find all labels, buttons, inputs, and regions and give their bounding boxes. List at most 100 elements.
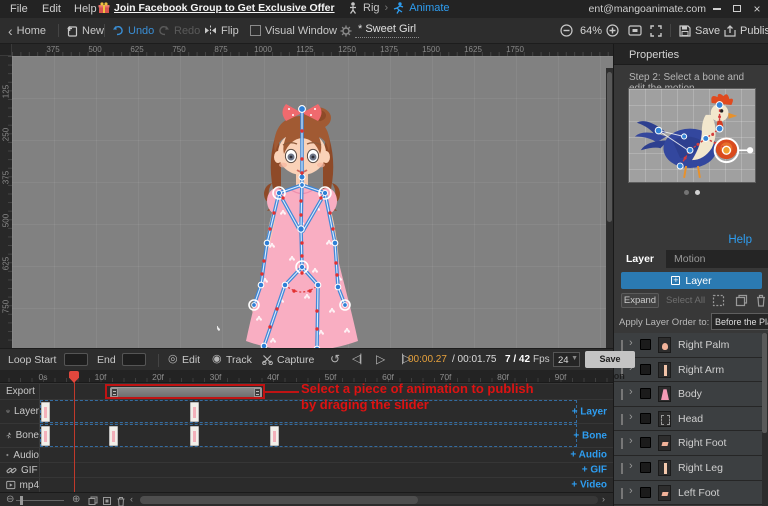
timeline-horizontal-scrollbar[interactable]	[140, 496, 598, 504]
save-motion-button[interactable]: Save Motion	[585, 351, 635, 381]
layer-checkbox[interactable]	[640, 339, 651, 350]
add-audio-track-link[interactable]: + Audio	[570, 450, 607, 461]
timeline-zoom-handle[interactable]	[20, 496, 23, 505]
loop-end-input[interactable]	[122, 353, 146, 366]
trash-icon[interactable]	[755, 294, 767, 307]
visual-window-checkbox[interactable]	[250, 25, 261, 36]
drag-handle[interactable]	[621, 340, 623, 351]
minimize-icon[interactable]	[710, 2, 724, 15]
maximize-icon[interactable]	[730, 2, 744, 15]
fps-dropdown[interactable]: 24 ▼	[553, 352, 580, 367]
layer-list-scrollbar[interactable]	[762, 333, 768, 506]
menu-file[interactable]: File	[10, 3, 28, 15]
zoom-out-button[interactable]	[560, 18, 573, 43]
marquee-select-icon[interactable]	[712, 294, 725, 307]
facebook-promo-link[interactable]: Join Facebook Group to Get Exclusive Off…	[98, 2, 335, 14]
timeline-row-audio[interactable]: Audio + Audio	[0, 447, 613, 462]
capture-icon[interactable]	[262, 354, 273, 365]
girl-character-figure[interactable]	[217, 101, 387, 348]
loop-start-input[interactable]	[64, 353, 88, 366]
new-button[interactable]: New	[66, 18, 104, 43]
layer-checkbox[interactable]	[640, 461, 651, 473]
add-layer-track-link[interactable]: + Layer	[572, 406, 607, 417]
tab-animate[interactable]: Animate	[409, 2, 449, 14]
track-mode-icon[interactable]: ◉	[212, 353, 222, 366]
timeline-row-gif[interactable]: GIF + GIF	[0, 462, 613, 477]
save-button[interactable]: Save	[679, 18, 720, 43]
carousel-dot-2-active[interactable]	[695, 190, 700, 195]
delete-frame-icon[interactable]	[116, 496, 126, 506]
carousel-dot-1[interactable]	[684, 190, 689, 195]
scroll-right-icon[interactable]: ›	[602, 494, 605, 504]
zoom-in-button[interactable]	[606, 18, 619, 43]
add-gif-track-link[interactable]: + GIF	[582, 465, 607, 476]
layer-checkbox[interactable]	[640, 486, 651, 498]
expand-chevron-icon[interactable]: ›	[629, 460, 633, 472]
layer-checkbox[interactable]	[640, 363, 651, 375]
help-link[interactable]: Help	[728, 234, 752, 246]
scroll-left-icon[interactable]: ‹	[130, 494, 133, 504]
tutorial-preview[interactable]	[628, 88, 756, 183]
layer-row[interactable]: › Left Foot	[614, 480, 763, 506]
menu-edit[interactable]: Edit	[42, 3, 61, 15]
add-video-track-link[interactable]: + Video	[571, 480, 607, 491]
edit-mode-label[interactable]: Edit	[182, 354, 200, 366]
play-icon[interactable]: ▷	[376, 353, 385, 366]
drag-handle[interactable]	[621, 487, 623, 499]
settings-button[interactable]	[340, 18, 352, 43]
flip-button[interactable]: Flip	[204, 18, 239, 43]
layer-checkbox[interactable]	[640, 437, 651, 449]
restart-icon[interactable]: ↺	[330, 353, 340, 366]
tab-motion[interactable]: Motion	[662, 250, 718, 268]
expand-chevron-icon[interactable]: ›	[629, 411, 633, 423]
undo-button[interactable]: Undo	[112, 18, 154, 43]
fullscreen-button[interactable]	[650, 18, 662, 43]
redo-button[interactable]: Redo	[158, 18, 200, 43]
select-all-button[interactable]: Select All	[666, 295, 705, 306]
tab-rig[interactable]: Rig	[363, 2, 380, 14]
timeline-row-mp4[interactable]: mp4 + Video	[0, 477, 613, 492]
keyframe-thumbnail[interactable]	[109, 426, 118, 446]
expand-chevron-icon[interactable]: ›	[629, 435, 633, 447]
add-bone-track-link[interactable]: + Bone	[573, 430, 607, 441]
timeline-row-bone[interactable]: Bone + Bone	[0, 423, 613, 447]
prev-frame-icon[interactable]: ◁▏	[352, 353, 367, 366]
edit-mode-icon[interactable]: ◎	[168, 353, 178, 366]
layer-row[interactable]: › Right Foot	[614, 431, 763, 456]
tab-layer-active[interactable]: Layer	[614, 250, 667, 268]
layer-row[interactable]: › Right Leg	[614, 455, 763, 481]
home-button[interactable]: ‹ Home	[8, 18, 46, 43]
expand-chevron-icon[interactable]: ›	[629, 386, 633, 398]
keyframe-thumbnail[interactable]	[41, 426, 50, 446]
drag-handle[interactable]	[621, 462, 623, 474]
layer-row[interactable]: ›Right Arm	[614, 357, 763, 383]
keyframe-thumbnail[interactable]	[41, 402, 50, 422]
layer-checkbox[interactable]	[640, 388, 651, 400]
drag-handle[interactable]	[621, 438, 623, 450]
keyframe-thumbnail[interactable]	[190, 426, 199, 446]
capture-label[interactable]: Capture	[277, 354, 314, 366]
fit-view-button[interactable]	[628, 18, 642, 43]
add-layer-button[interactable]: + Layer	[621, 272, 762, 289]
keyframe-thumbnail[interactable]	[270, 426, 279, 446]
expand-button[interactable]: Expand	[621, 293, 659, 308]
layer-row[interactable]: › Head	[614, 406, 763, 432]
canvas-vertical-scrollbar[interactable]	[606, 68, 613, 348]
keyframe-thumbnail[interactable]	[190, 402, 199, 422]
timeline-zoom-slider[interactable]	[16, 500, 64, 501]
visual-window-toggle[interactable]: Visual Window	[250, 18, 337, 43]
duplicate-icon[interactable]	[735, 294, 748, 307]
timeline-zoom-out-icon[interactable]: ⊖	[6, 494, 14, 505]
track-mode-label[interactable]: Track	[226, 354, 252, 366]
layer-row[interactable]: › Right Palm	[614, 333, 763, 358]
menu-help[interactable]: Help	[74, 3, 97, 15]
drag-handle[interactable]	[621, 389, 623, 401]
expand-chevron-icon[interactable]: ›	[629, 337, 633, 349]
timeline-zoom-in-icon[interactable]: ⊕	[72, 494, 80, 505]
copy-frame-icon[interactable]	[88, 496, 98, 506]
publish-button[interactable]: Publish	[724, 18, 768, 43]
close-icon[interactable]: ×	[750, 2, 764, 16]
paste-frame-icon[interactable]	[102, 496, 112, 506]
layer-row[interactable]: › Body	[614, 382, 763, 407]
apply-order-dropdown[interactable]: Before the Playhead	[711, 313, 768, 330]
